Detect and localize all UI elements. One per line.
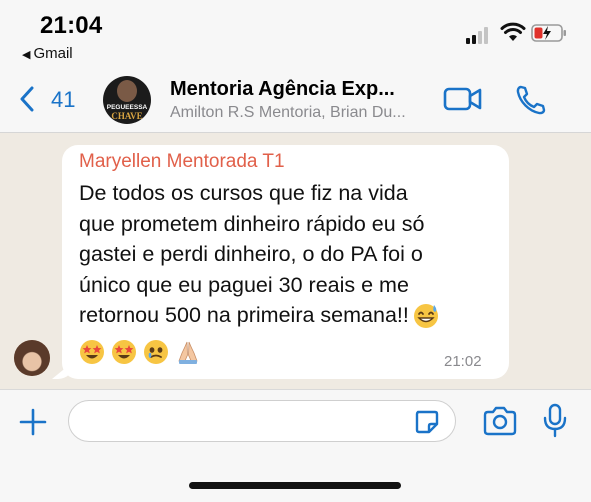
group-title[interactable]: Mentoria Agência Exp... (170, 78, 395, 101)
face-holding-back-tears-emoji (144, 340, 168, 364)
sender-avatar[interactable] (14, 340, 50, 376)
group-avatar[interactable]: PEGUEESSA CHAVE (103, 76, 151, 124)
group-members[interactable]: Amilton R.S Mentoria, Brian Du... (170, 104, 406, 122)
back-to-app-link[interactable]: ◀ Gmail (22, 45, 73, 62)
message-line: De todos os cursos que fiz na vida (79, 181, 408, 205)
battery-charging-icon (531, 24, 566, 42)
message-composer (0, 389, 591, 502)
star-struck-emoji (80, 340, 104, 364)
back-unread-count[interactable]: 41 (51, 87, 75, 113)
avatar-person-image (117, 80, 137, 102)
cellular-signal-icon (466, 26, 488, 44)
folded-hands-emoji (178, 341, 198, 364)
sweat-smile-emoji (413, 304, 438, 329)
back-chevron-icon[interactable] (18, 86, 36, 112)
sender-avatar-image (14, 340, 50, 376)
message-line: retornou 500 na primeira semana!! (79, 303, 409, 327)
avatar-caption-bottom: CHAVE (111, 111, 143, 121)
star-struck-emoji (112, 340, 136, 364)
message-timestamp: 21:02 (444, 353, 482, 370)
avatar-caption-top: PEGUEESSA (106, 104, 148, 111)
message-line: único que eu paguei 30 reais e me (79, 272, 409, 297)
sender-name[interactable]: Maryellen Mentorada T1 (79, 151, 285, 173)
status-bar: 21:04 ◀ Gmail (0, 0, 591, 66)
message-text: De todos os cursos que fiz na vida que p… (79, 178, 499, 331)
message-line-last: retornou 500 na primeira semana!! (79, 300, 499, 331)
wifi-icon (500, 22, 526, 41)
microphone-icon[interactable] (542, 403, 568, 439)
back-app-label: Gmail (33, 45, 73, 62)
message-line: que prometem dinheiro rápido eu só (79, 211, 425, 236)
chat-header: 41 PEGUEESSA CHAVE Mentoria Agência Exp.… (0, 66, 591, 133)
home-indicator[interactable] (189, 482, 401, 489)
camera-icon[interactable] (482, 406, 518, 436)
message-line: gastei e perdi dinheiro, o do PA foi o (79, 242, 423, 266)
message-input[interactable] (68, 400, 456, 442)
attach-plus-icon[interactable] (18, 407, 48, 437)
clock: 21:04 (40, 12, 103, 39)
back-triangle-icon: ◀ (22, 49, 31, 61)
video-call-icon[interactable] (443, 87, 483, 111)
phone-call-icon[interactable] (515, 84, 547, 116)
sticker-icon[interactable] (414, 409, 440, 435)
emoji-row (79, 339, 201, 365)
